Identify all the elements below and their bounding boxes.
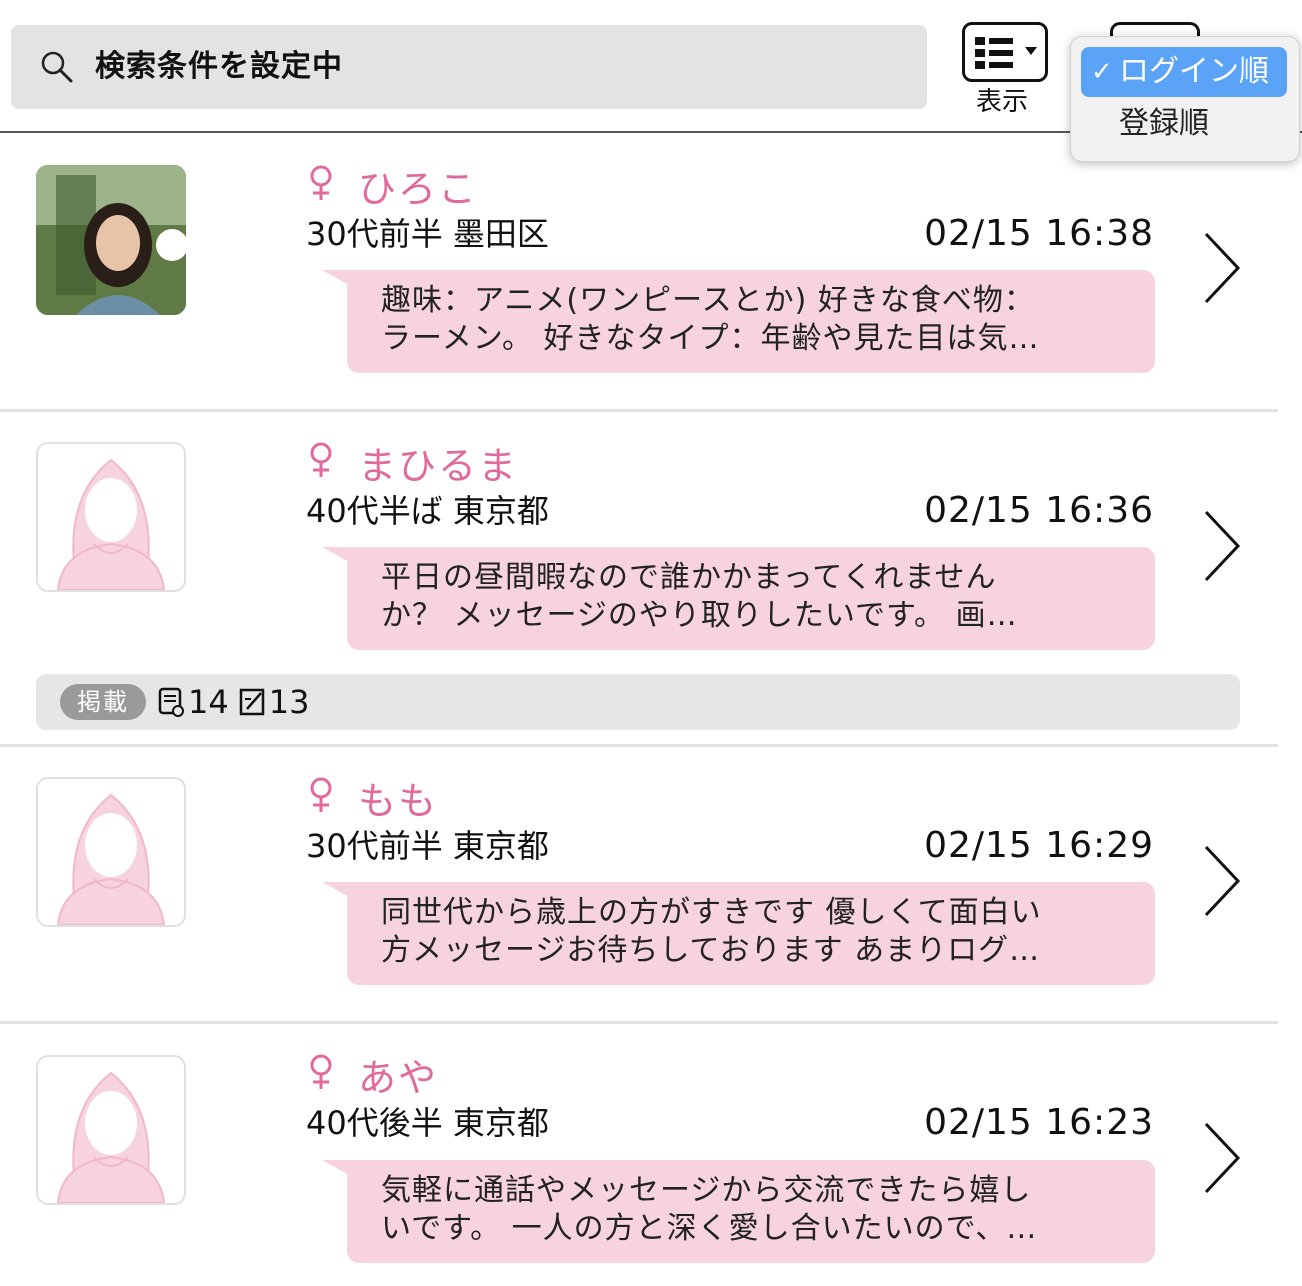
chevron-right-icon[interactable]: [1202, 510, 1242, 582]
sort-option-label: 登録順: [1119, 106, 1209, 141]
posting-count: 14: [188, 683, 229, 721]
user-name[interactable]: ひろこ: [306, 164, 478, 211]
row-divider: [0, 744, 1278, 747]
posting-info-bar[interactable]: 掲載 14 13: [36, 674, 1240, 730]
message-line: 平日の昼間暇なので誰かかまってくれません: [381, 560, 997, 595]
user-name-text: もも: [358, 779, 439, 823]
user-age-area: 30代前半 墨田区: [306, 215, 549, 253]
message-line: ラーメン。 好きなタイプ：年齢や見た目は気…: [381, 321, 1040, 356]
user-name-text: まひるま: [358, 444, 519, 488]
last-login-time: 02/15 16:29: [924, 825, 1154, 866]
sort-dropdown: ✓ ログイン順 登録順: [1070, 36, 1300, 162]
female-silhouette-icon: [56, 793, 166, 925]
posting-badge: 掲載: [60, 684, 146, 720]
last-login-time: 02/15 16:38: [924, 213, 1154, 254]
message-line: 方メッセージお待ちしております あまりログ…: [381, 933, 1041, 968]
message-line: か？ メッセージのやり取りしたいです。 画…: [381, 598, 1018, 633]
user-avatar-placeholder[interactable]: [36, 442, 186, 592]
female-silhouette-icon: [56, 458, 166, 590]
row-divider: [0, 1021, 1278, 1024]
user-name[interactable]: あや: [306, 1053, 438, 1100]
diary-edit-icon: [239, 688, 264, 716]
user-avatar-placeholder[interactable]: [36, 1055, 186, 1205]
posting-stats: 14 13: [158, 682, 309, 722]
message-bubble[interactable]: 平日の昼間暇なので誰かかまってくれません か？ メッセージのやり取りしたいです。…: [347, 547, 1155, 650]
female-icon: [306, 164, 336, 211]
message-line: 趣味：アニメ(ワンピースとか) 好きな食べ物：: [381, 283, 1035, 318]
user-age-area: 40代半ば 東京都: [306, 492, 549, 530]
user-avatar-photo[interactable]: [36, 165, 186, 315]
message-bubble[interactable]: 同世代から歳上の方がすきです 優しくて面白い 方メッセージお待ちしております あ…: [347, 882, 1155, 985]
board-post-icon: [158, 687, 184, 717]
message-line: 気軽に通話やメッセージから交流できたら嬉し: [381, 1173, 1032, 1208]
view-label: 表示: [976, 87, 1029, 117]
sort-option-label: ログイン順: [1119, 54, 1269, 89]
last-login-time: 02/15 16:36: [924, 490, 1154, 531]
message-bubble[interactable]: 趣味：アニメ(ワンピースとか) 好きな食べ物： ラーメン。 好きなタイプ：年齢や…: [347, 270, 1155, 373]
last-login-time: 02/15 16:23: [924, 1102, 1154, 1143]
row-divider: [0, 409, 1278, 412]
user-age-area: 30代前半 東京都: [306, 827, 549, 865]
sort-option-login[interactable]: ✓ ログイン順: [1081, 47, 1287, 97]
user-name[interactable]: もも: [306, 776, 438, 823]
message-bubble[interactable]: 気軽に通話やメッセージから交流できたら嬉し いです。 一人の方と深く愛し合いたい…: [347, 1160, 1155, 1263]
user-avatar-placeholder[interactable]: [36, 777, 186, 927]
user-name-text: あや: [358, 1056, 439, 1100]
list-view-icon: [975, 37, 1037, 69]
message-line: 同世代から歳上の方がすきです 優しくて面白い: [381, 895, 1042, 930]
chevron-right-icon[interactable]: [1202, 1122, 1242, 1194]
female-silhouette-icon: [56, 1071, 166, 1203]
user-age-area: 40代後半 東京都: [306, 1104, 549, 1142]
female-icon: [306, 1053, 336, 1100]
diary-count: 13: [268, 683, 310, 721]
chevron-right-icon[interactable]: [1202, 845, 1242, 917]
sort-option-register[interactable]: 登録順: [1081, 99, 1287, 149]
avatar-photo-image: [36, 165, 186, 315]
user-name[interactable]: まひるま: [306, 441, 518, 488]
message-line: いです。 一人の方と深く愛し合いたいので、…: [381, 1211, 1038, 1246]
search-condition-label: 検索条件を設定中: [95, 49, 343, 84]
view-toggle-button[interactable]: [962, 22, 1048, 82]
chevron-right-icon[interactable]: [1202, 232, 1242, 304]
user-name-text: ひろこ: [358, 167, 479, 211]
female-icon: [306, 441, 336, 488]
search-bar[interactable]: 検索条件を設定中: [11, 25, 927, 109]
female-icon: [306, 776, 336, 823]
search-icon: [41, 51, 73, 83]
check-icon: ✓: [1091, 57, 1113, 87]
